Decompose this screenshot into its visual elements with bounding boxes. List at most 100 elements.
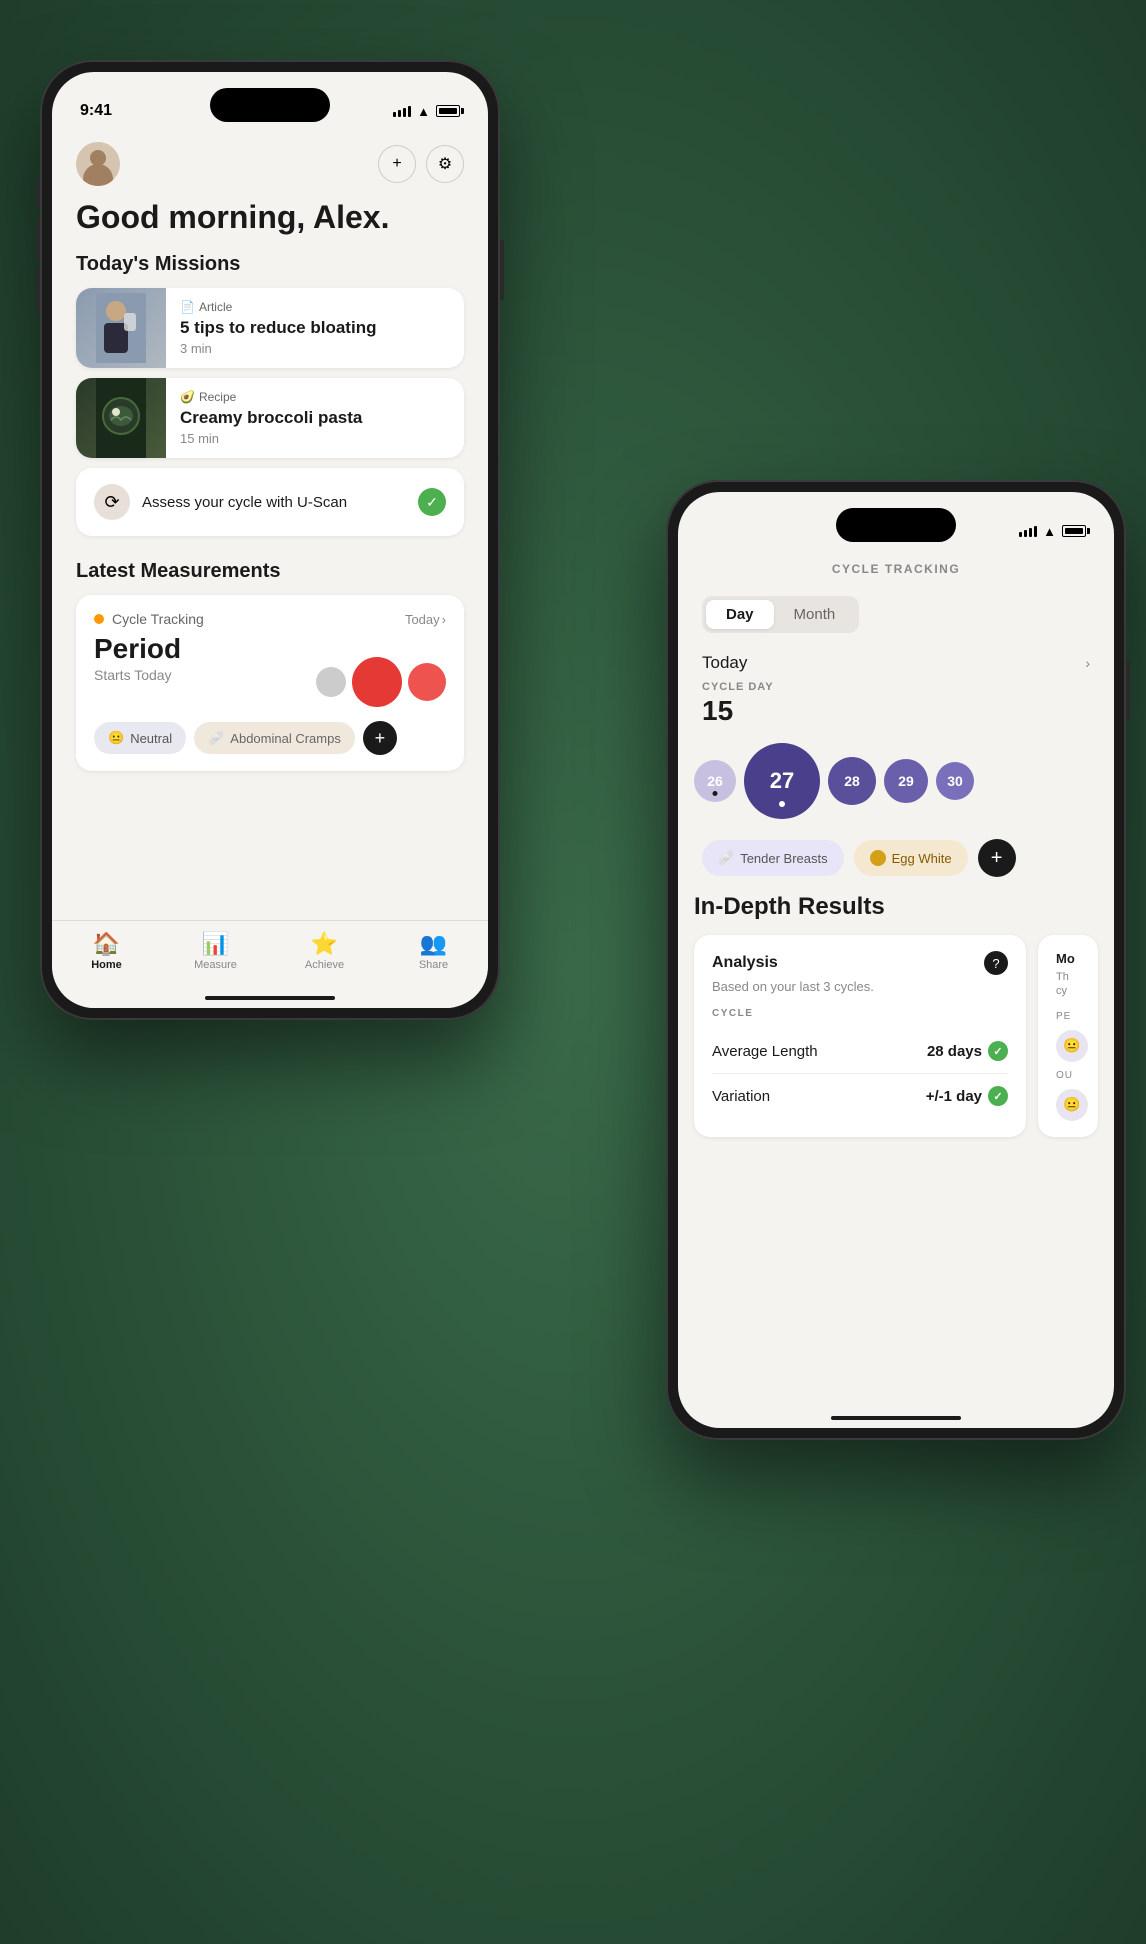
avg-length-label: Average Length bbox=[712, 1043, 818, 1060]
calendar-day-28[interactable]: 28 bbox=[828, 757, 876, 805]
variation-row: Variation +/-1 day ✓ bbox=[712, 1074, 1008, 1118]
nav-achieve[interactable]: ⭐ Achieve bbox=[270, 931, 379, 971]
day-toggle-button[interactable]: Day bbox=[706, 600, 774, 629]
indepth-cards-row: Analysis ? Based on your last 3 cycles. … bbox=[694, 935, 1098, 1137]
back-home-indicator bbox=[831, 1416, 961, 1420]
uscan-left: ⟳ Assess your cycle with U-Scan bbox=[94, 484, 347, 520]
analysis-card: Analysis ? Based on your last 3 cycles. … bbox=[694, 935, 1026, 1137]
uscan-card[interactable]: ⟳ Assess your cycle with U-Scan ✓ bbox=[76, 468, 464, 536]
period-circle-medium bbox=[408, 663, 446, 701]
cycle-tracking-header: CYCLE TRACKING bbox=[678, 562, 1114, 576]
analysis-subtitle: Based on your last 3 cycles. bbox=[712, 979, 1008, 994]
article-mission-info: 📄 Article 5 tips to reduce bloating 3 mi… bbox=[166, 290, 464, 365]
achieve-icon: ⭐ bbox=[311, 931, 338, 957]
home-icon: 🏠 bbox=[93, 931, 120, 957]
tender-breasts-icon: 🩹 bbox=[718, 850, 734, 866]
help-button[interactable]: ? bbox=[984, 951, 1008, 975]
calendar-row: 26 27 28 29 30 bbox=[678, 743, 1114, 819]
status-time: 9:41 bbox=[80, 102, 112, 120]
uscan-icon: ⟳ bbox=[94, 484, 130, 520]
nav-home-label: Home bbox=[91, 959, 122, 971]
measure-icon: 📊 bbox=[202, 931, 229, 957]
front-screen: 9:41 ▲ + ⚙ bbox=[52, 72, 488, 1008]
cramps-tag-icon: 🩹 bbox=[208, 730, 224, 746]
average-length-row: Average Length 28 days ✓ bbox=[712, 1029, 1008, 1074]
mission-type-label: 📄 Article bbox=[180, 300, 450, 314]
recipe-mission-info: 🥑 Recipe Creamy broccoli pasta 15 min bbox=[166, 380, 464, 455]
measurements-section: Latest Measurements Cycle Tracking Today… bbox=[76, 560, 464, 771]
cramps-tag[interactable]: 🩹 Abdominal Cramps bbox=[194, 722, 355, 754]
silent-button[interactable] bbox=[36, 180, 40, 208]
add-symptom-button[interactable]: + bbox=[978, 839, 1016, 877]
calendar-day-30[interactable]: 30 bbox=[936, 762, 974, 800]
measurement-card[interactable]: Cycle Tracking Today › Period Starts Tod… bbox=[76, 595, 464, 771]
battery-icon bbox=[436, 105, 460, 117]
back-signal-icon bbox=[1019, 526, 1037, 537]
uscan-text: Assess your cycle with U-Scan bbox=[142, 494, 347, 511]
symptoms-row: 🩹 Tender Breasts Egg White + bbox=[678, 839, 1114, 877]
today-link[interactable]: Today › bbox=[405, 612, 446, 627]
measurements-title: Latest Measurements bbox=[76, 560, 464, 583]
recipe-thumbnail bbox=[76, 378, 166, 458]
home-indicator bbox=[205, 996, 335, 1000]
cycle-day-label: CYCLE DAY bbox=[678, 681, 1114, 693]
dynamic-island bbox=[210, 88, 330, 122]
nav-measure[interactable]: 📊 Measure bbox=[161, 931, 270, 971]
symptom-tags-row: 😐 Neutral 🩹 Abdominal Cramps + bbox=[94, 721, 446, 755]
avg-length-check-icon: ✓ bbox=[988, 1041, 1008, 1061]
back-power-button[interactable] bbox=[1126, 660, 1130, 720]
partial-card: Mo Thcy PE 😐 OU 😐 bbox=[1038, 935, 1098, 1137]
recipe-title: Creamy broccoli pasta bbox=[180, 408, 450, 428]
avatar[interactable] bbox=[76, 142, 120, 186]
period-circle-large bbox=[352, 657, 402, 707]
add-button[interactable]: + bbox=[378, 145, 416, 183]
uscan-check-icon: ✓ bbox=[418, 488, 446, 516]
volume-down-button[interactable] bbox=[36, 270, 40, 310]
back-screen: ▲ CYCLE TRACKING Day Month Today › CYCLE… bbox=[678, 492, 1114, 1428]
settings-button[interactable]: ⚙ bbox=[426, 145, 464, 183]
back-phone: ▲ CYCLE TRACKING Day Month Today › CYCLE… bbox=[666, 480, 1126, 1440]
nav-achieve-label: Achieve bbox=[305, 959, 344, 971]
variation-label: Variation bbox=[712, 1088, 770, 1105]
back-wifi-icon: ▲ bbox=[1043, 524, 1056, 539]
calendar-day-27[interactable]: 27 bbox=[744, 743, 820, 819]
top-bar: + ⚙ bbox=[76, 142, 464, 186]
cycle-day-number: 15 bbox=[678, 695, 1114, 727]
mission-title: 5 tips to reduce bloating bbox=[180, 318, 450, 338]
nav-share-label: Share bbox=[419, 959, 448, 971]
today-label: Today bbox=[702, 653, 747, 673]
neutral-tag-icon: 😐 bbox=[108, 730, 124, 746]
neutral-tag[interactable]: 😐 Neutral bbox=[94, 722, 186, 754]
missions-section-title: Today's Missions bbox=[76, 253, 464, 276]
recipe-mission-card[interactable]: 🥑 Recipe Creamy broccoli pasta 15 min bbox=[76, 378, 464, 458]
front-phone: 9:41 ▲ + ⚙ bbox=[40, 60, 500, 1020]
cycle-tracking-content: CYCLE TRACKING Day Month Today › CYCLE D… bbox=[678, 552, 1114, 1428]
signal-icon bbox=[393, 106, 411, 117]
volume-up-button[interactable] bbox=[36, 220, 40, 260]
partial-label: PE bbox=[1056, 1011, 1080, 1022]
recipe-type-label: 🥑 Recipe bbox=[180, 390, 450, 404]
avg-length-value: 28 days ✓ bbox=[927, 1041, 1008, 1061]
tender-breasts-tag[interactable]: 🩹 Tender Breasts bbox=[702, 840, 844, 876]
add-tag-button[interactable]: + bbox=[363, 721, 397, 755]
egg-white-tag[interactable]: Egg White bbox=[854, 840, 968, 876]
nav-share[interactable]: 👥 Share bbox=[379, 931, 488, 971]
calendar-day-26[interactable]: 26 bbox=[694, 760, 736, 802]
article-mission-card[interactable]: 📄 Article 5 tips to reduce bloating 3 mi… bbox=[76, 288, 464, 368]
back-battery-icon bbox=[1062, 525, 1086, 537]
calendar-day-29[interactable]: 29 bbox=[884, 759, 928, 803]
nav-home[interactable]: 🏠 Home bbox=[52, 931, 161, 971]
wifi-icon: ▲ bbox=[417, 104, 430, 119]
month-toggle-button[interactable]: Month bbox=[774, 600, 856, 629]
front-app-content: + ⚙ Good morning, Alex. Today's Missions bbox=[52, 132, 488, 1008]
variation-value: +/-1 day ✓ bbox=[926, 1086, 1008, 1106]
measurement-header: Cycle Tracking Today › bbox=[94, 611, 446, 627]
status-icons: ▲ bbox=[393, 104, 460, 119]
measurement-type: Cycle Tracking bbox=[94, 611, 204, 627]
today-chevron-icon[interactable]: › bbox=[1085, 655, 1090, 671]
power-button[interactable] bbox=[500, 240, 504, 300]
top-actions: + ⚙ bbox=[378, 145, 464, 183]
back-status-icons: ▲ bbox=[1019, 524, 1086, 539]
partial-icon2: 😐 bbox=[1056, 1089, 1088, 1121]
indepth-title: In-Depth Results bbox=[694, 893, 1098, 921]
